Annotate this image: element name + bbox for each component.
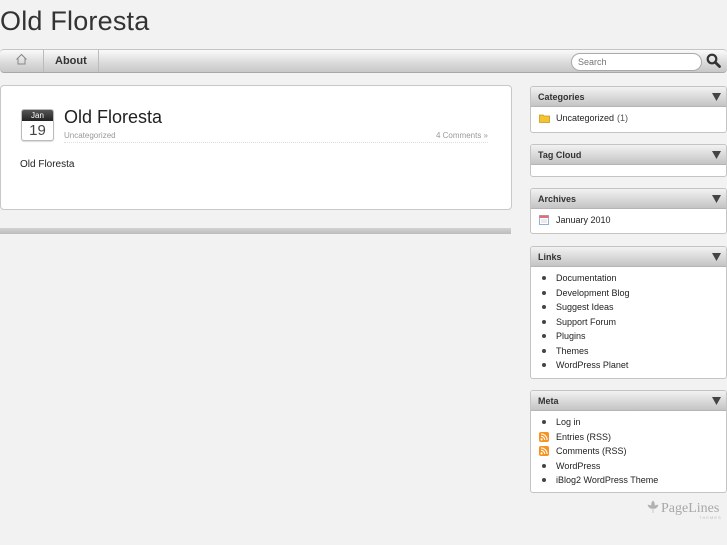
widget-header: Links <box>531 247 726 267</box>
link-label: WordPress Planet <box>556 360 629 371</box>
collapse-toggle-icon[interactable] <box>711 252 721 262</box>
calendar-icon <box>539 215 550 226</box>
date-month: Jan <box>22 110 53 121</box>
meta-label: Entries (RSS) <box>556 431 612 442</box>
archive-item[interactable]: January 2010 <box>531 213 726 228</box>
post-category-link[interactable]: Uncategorized <box>64 131 116 140</box>
nav-home-button[interactable] <box>0 50 44 72</box>
magnifier-icon <box>706 53 721 73</box>
widget-header: Meta <box>531 391 726 411</box>
widget-tag-cloud: Tag Cloud <box>530 144 727 177</box>
bullet <box>542 290 546 295</box>
post-entry: Jan 19 Old Floresta Uncategorized 4 Comm… <box>0 85 512 210</box>
link-label: Support Forum <box>556 316 617 327</box>
category-label: Uncategorized <box>556 113 615 124</box>
date-badge: Jan 19 <box>21 109 54 141</box>
meta-label: iBlog2 WordPress Theme <box>556 475 659 486</box>
post-title-link[interactable]: Old Floresta <box>64 107 162 128</box>
rss-icon <box>539 446 550 457</box>
archives-list: January 2010 <box>531 209 726 232</box>
categories-list: Uncategorized (1) <box>531 107 726 130</box>
bullet <box>542 363 546 368</box>
pagelines-logo[interactable]: PageLines THEMES <box>647 498 727 520</box>
bullet <box>542 463 546 468</box>
search-input[interactable] <box>578 57 698 67</box>
widget-title: Tag Cloud <box>538 149 582 160</box>
meta-theme-link[interactable]: iBlog2 WordPress Theme <box>531 473 726 488</box>
widget-header: Tag Cloud <box>531 145 726 165</box>
widget-header: Categories <box>531 87 726 107</box>
post-comments-link[interactable]: 4 Comments » <box>436 131 488 140</box>
link-item[interactable]: Suggest Ideas <box>531 300 726 315</box>
bullet <box>542 334 546 339</box>
pagelines-leaf-icon <box>647 500 659 519</box>
link-item[interactable]: Development Blog <box>531 286 726 301</box>
category-item[interactable]: Uncategorized (1) <box>531 111 726 126</box>
post-meta: Uncategorized 4 Comments » <box>64 131 488 143</box>
links-list: Documentation Development Blog Suggest I… <box>531 267 726 377</box>
nav-about-link[interactable]: About <box>44 50 99 72</box>
bullet <box>542 420 546 425</box>
link-item[interactable]: WordPress Planet <box>531 358 726 373</box>
meta-list: Log in Entries (RSS) Comments (RSS) Word… <box>531 411 726 492</box>
meta-login-link[interactable]: Log in <box>531 415 726 430</box>
link-label: Plugins <box>556 331 586 342</box>
widget-header: Archives <box>531 189 726 209</box>
date-day: 19 <box>29 122 46 139</box>
meta-label: WordPress <box>556 460 601 471</box>
widget-archives: Archives January 2010 <box>530 188 727 234</box>
link-item[interactable]: Documentation <box>531 271 726 286</box>
search-button[interactable] <box>704 53 722 73</box>
meta-label: Comments (RSS) <box>556 446 627 457</box>
collapse-toggle-icon[interactable] <box>711 150 721 160</box>
collapse-toggle-icon[interactable] <box>711 194 721 204</box>
bullet <box>542 348 546 353</box>
widget-categories: Categories Uncategorized (1) <box>530 86 727 133</box>
link-label: Documentation <box>556 273 617 284</box>
widget-title: Categories <box>538 91 585 102</box>
widget-links: Links Documentation Development Blog Sug… <box>530 246 727 379</box>
search-box <box>571 53 702 71</box>
meta-entries-rss-link[interactable]: Entries (RSS) <box>531 430 726 445</box>
bullet <box>542 305 546 310</box>
link-item[interactable]: Themes <box>531 344 726 359</box>
widget-meta: Meta Log in Entries (RSS) Comments (RSS)… <box>530 390 727 493</box>
link-label: Development Blog <box>556 287 630 298</box>
post-body: Old Floresta <box>20 159 75 170</box>
post-divider <box>0 228 511 234</box>
widget-title: Archives <box>538 193 577 204</box>
link-item[interactable]: Plugins <box>531 329 726 344</box>
link-label: Themes <box>556 345 589 356</box>
meta-wordpress-link[interactable]: WordPress <box>531 459 726 474</box>
collapse-toggle-icon[interactable] <box>711 92 721 102</box>
bullet <box>542 276 546 281</box>
folder-icon <box>539 113 550 123</box>
widget-title: Links <box>538 251 562 262</box>
link-label: Suggest Ideas <box>556 302 614 313</box>
site-title[interactable]: Old Floresta <box>0 6 149 37</box>
category-count: (1) <box>617 113 629 124</box>
rss-icon <box>539 431 550 442</box>
home-icon <box>15 52 28 70</box>
link-item[interactable]: Support Forum <box>531 315 726 330</box>
meta-label: Log in <box>556 417 581 428</box>
pagelines-subtitle: THEMES <box>699 515 722 520</box>
collapse-toggle-icon[interactable] <box>711 396 721 406</box>
widget-title: Meta <box>538 395 559 406</box>
meta-comments-rss-link[interactable]: Comments (RSS) <box>531 444 726 459</box>
archive-label: January 2010 <box>556 215 611 226</box>
bullet <box>542 319 546 324</box>
main-navigation: About <box>0 49 727 73</box>
bullet <box>542 478 546 483</box>
